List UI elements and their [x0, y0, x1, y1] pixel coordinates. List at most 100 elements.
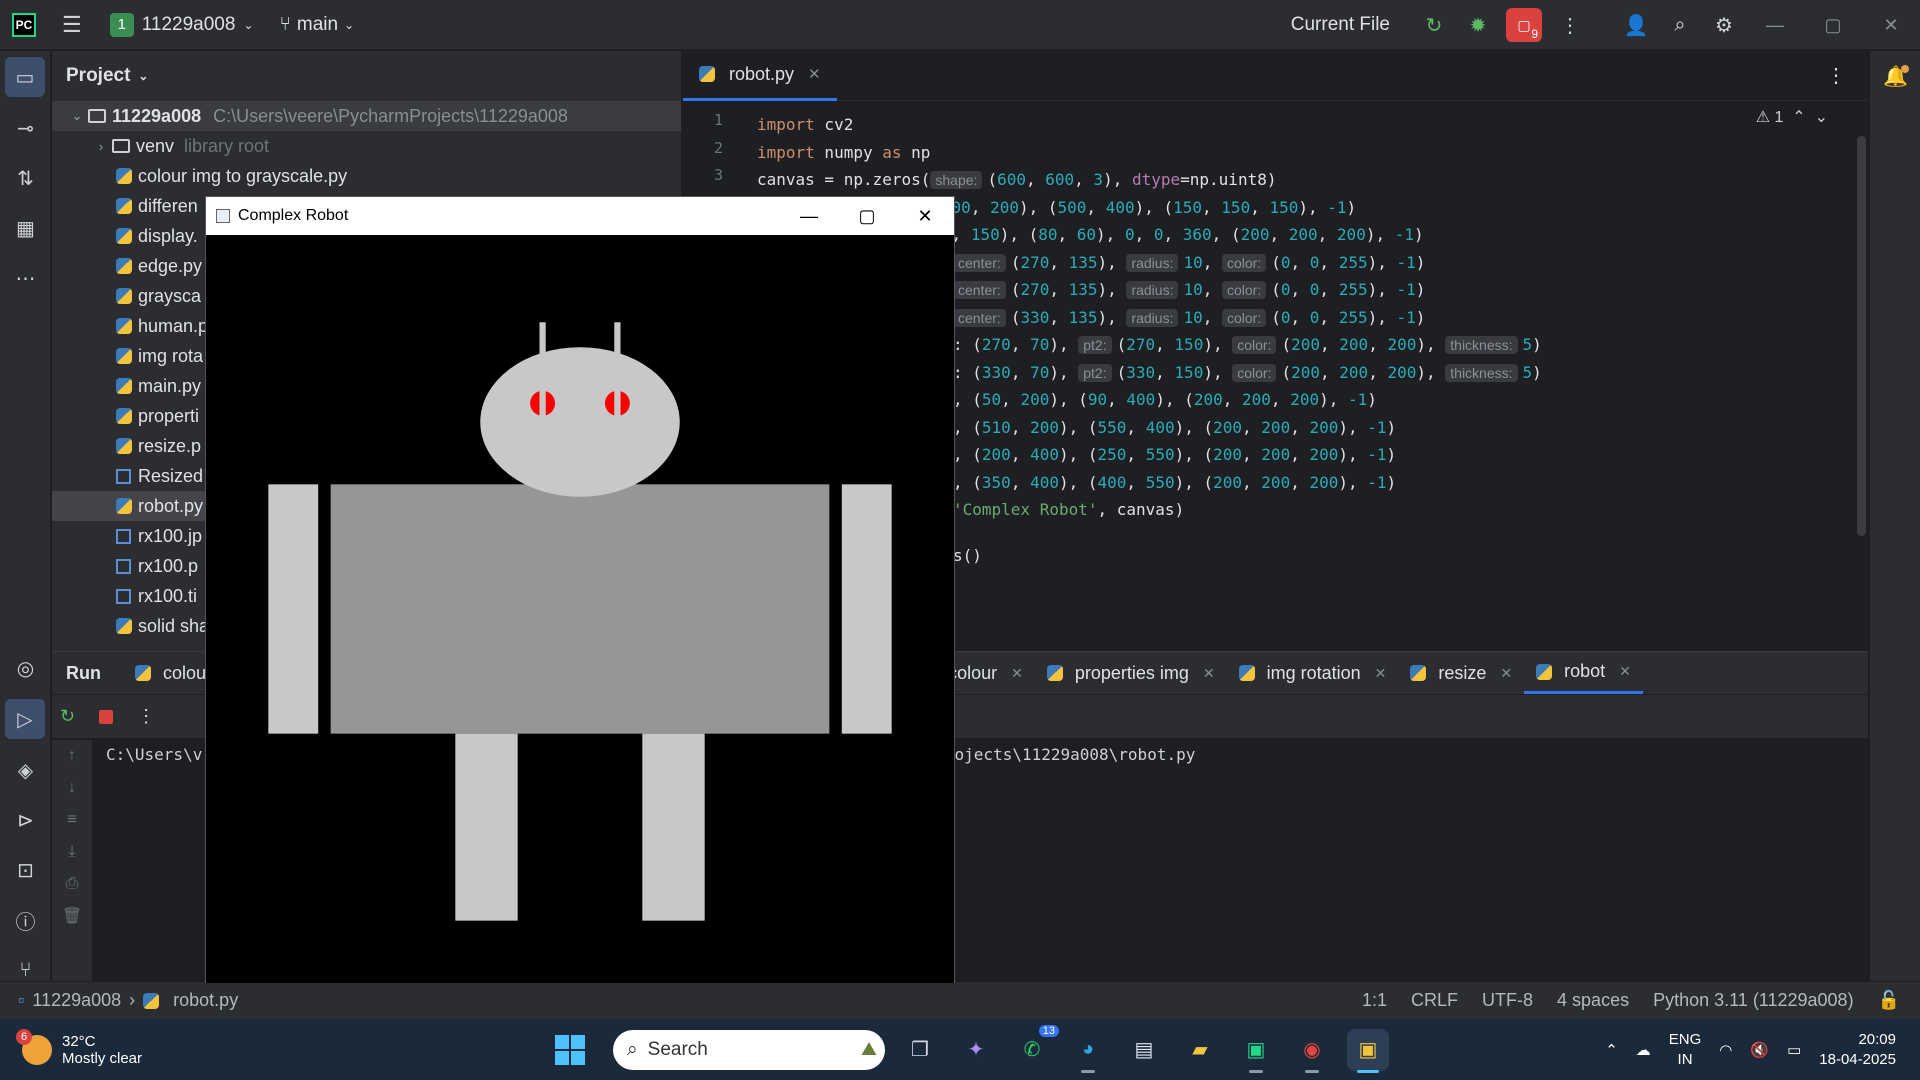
whatsapp-icon[interactable]: ✆ 13	[1011, 1024, 1059, 1071]
pull-requests-icon[interactable]: ⇅	[0, 153, 51, 203]
wifi-icon[interactable]: ◠	[1719, 1041, 1732, 1059]
project-switcher[interactable]: 1 11229a008 ⌄	[109, 12, 254, 37]
documents-icon[interactable]: ▤	[1123, 1029, 1165, 1071]
arrow-down-icon[interactable]: ↓	[52, 772, 92, 804]
opencv-titlebar[interactable]: Complex Robot — ▢ ✕	[206, 197, 954, 235]
run-tab[interactable]: robot ✕	[1524, 652, 1643, 694]
notifications-bell-icon[interactable]: 🔔	[1870, 51, 1920, 101]
more-actions-icon[interactable]: ⋮	[137, 706, 155, 727]
line-separator[interactable]: CRLF	[1411, 990, 1458, 1011]
chevron-down-icon[interactable]: ⌄	[66, 108, 88, 124]
pycharm-taskbar-icon[interactable]: ▣	[1235, 1029, 1277, 1073]
file-explorer-icon[interactable]: ▰	[1179, 1029, 1221, 1071]
scroll-to-end-icon[interactable]: ⤓	[52, 836, 92, 868]
branch-switcher[interactable]: ⑂ main ⌄	[280, 14, 355, 36]
taskbar-search[interactable]: ⌕ Search ⛰	[613, 1029, 885, 1070]
run-tab[interactable]: resize ✕	[1398, 652, 1524, 694]
stop-icon[interactable]	[99, 709, 114, 724]
stop-button[interactable]: ▢ 9	[1506, 8, 1542, 42]
run-title: Run	[66, 662, 101, 683]
image-file-icon	[116, 588, 131, 604]
chevron-right-icon[interactable]: ›	[90, 139, 112, 154]
more-tools-icon[interactable]: ⋯	[0, 253, 51, 303]
system-tray: ⌃ ☁ ENG IN ◠ 🔇 ▭ 20:09 18-04-2025	[1605, 1019, 1896, 1080]
editor-tab-robot[interactable]: robot.py ✕	[683, 51, 837, 101]
print-icon[interactable]: ⎙	[52, 868, 92, 900]
python-console-icon[interactable]: ◎	[0, 643, 51, 693]
onedrive-cloud-icon[interactable]: ☁	[1636, 1041, 1651, 1059]
chrome-icon[interactable]: ◉	[1291, 1029, 1333, 1073]
editor-more-icon[interactable]: ⋮	[1826, 63, 1846, 88]
debug-icon[interactable]: ✹	[1456, 0, 1500, 50]
minimize-button[interactable]: —	[780, 197, 838, 235]
editor-scrollbar[interactable]	[1857, 136, 1866, 536]
inspection-widget[interactable]: ⚠ 1 ⌃ ⌄	[1756, 107, 1828, 127]
close-button[interactable]: ✕	[1862, 0, 1920, 50]
structure-icon[interactable]: ▦	[0, 203, 51, 253]
run-config-selector[interactable]: Current File	[1291, 14, 1390, 36]
close-tab-icon[interactable]: ✕	[1011, 665, 1023, 682]
main-menu-icon[interactable]: ☰	[62, 12, 82, 38]
soft-wrap-icon[interactable]: ≡	[52, 804, 92, 836]
close-tab-icon[interactable]: ✕	[1619, 663, 1631, 680]
services-icon[interactable]: ⊳	[0, 795, 51, 845]
python-interpreter[interactable]: Python 3.11 (11229a008)	[1653, 990, 1854, 1011]
chevron-up-icon[interactable]: ⌃	[1605, 1041, 1618, 1059]
edge-icon[interactable]: ◕	[1067, 1029, 1109, 1073]
code-token: 0	[1280, 307, 1291, 327]
breadcrumb-file[interactable]: robot.py	[173, 990, 238, 1011]
project-folder-icon[interactable]: ▭	[5, 57, 45, 97]
close-tab-icon[interactable]: ✕	[1500, 665, 1512, 682]
file-encoding[interactable]: UTF-8	[1482, 990, 1533, 1011]
code-token: -1	[1367, 445, 1387, 464]
pycharm-logo-icon[interactable]: PC	[12, 12, 36, 37]
clock[interactable]: 20:09 18-04-2025	[1819, 1030, 1896, 1070]
settings-gear-icon[interactable]: ⚙	[1702, 0, 1746, 50]
close-button[interactable]: ✕	[896, 197, 954, 235]
problems-icon[interactable]: ⓘ	[0, 895, 51, 945]
python-file-icon	[116, 408, 132, 424]
language-indicator[interactable]: ENG IN	[1669, 1030, 1702, 1070]
breadcrumb-project[interactable]: 11229a008	[32, 990, 121, 1011]
terminal-icon[interactable]: ⊡	[0, 845, 51, 895]
battery-icon[interactable]: ▭	[1787, 1041, 1801, 1059]
file-tree-item[interactable]: colour img to grayscale.py	[52, 161, 681, 191]
caret-position[interactable]: 1:1	[1362, 990, 1387, 1011]
lock-icon[interactable]: 🔓	[1878, 990, 1900, 1011]
project-panel-header[interactable]: Project ⌄	[52, 51, 681, 101]
code-token: ), (	[1174, 472, 1214, 492]
add-user-icon[interactable]: 👤	[1614, 0, 1658, 50]
run-tab[interactable]: colou	[123, 652, 218, 694]
minimize-button[interactable]: —	[1746, 0, 1804, 50]
tree-root[interactable]: ⌄ 11229a008 C:\Users\veere\PycharmProjec…	[52, 101, 681, 131]
maximize-button[interactable]: ▢	[838, 197, 896, 235]
run-tab[interactable]: img rotation ✕	[1227, 652, 1399, 694]
run-tab[interactable]: properties img ✕	[1035, 652, 1227, 694]
code-token: 360	[1182, 225, 1212, 244]
arrow-up-icon[interactable]: ↑	[52, 740, 92, 772]
maximize-button[interactable]: ▢	[1804, 0, 1862, 50]
run-tool-icon[interactable]: ▷	[5, 699, 45, 739]
close-tab-icon[interactable]: ✕	[1203, 665, 1215, 682]
python-window-icon[interactable]: ▣	[1347, 1028, 1389, 1073]
copilot-icon[interactable]: ✦	[955, 1029, 997, 1071]
console-output[interactable]: C:\Users\v rmProjects\11229a008\robot.py	[106, 745, 1195, 764]
task-view-icon[interactable]: ❐	[899, 1029, 941, 1071]
close-tab-icon[interactable]: ✕	[1375, 665, 1387, 682]
speaker-muted-icon[interactable]: 🔇	[1750, 1041, 1769, 1059]
code-token: ,	[1202, 280, 1222, 299]
search-icon[interactable]: ⌕	[1658, 0, 1702, 50]
tree-venv[interactable]: › venv library root	[52, 131, 681, 161]
trash-icon[interactable]: 🗑	[52, 900, 92, 932]
weather-widget[interactable]: 6 32°C Mostly clear	[16, 1028, 142, 1067]
right-tool-strip: 🔔	[1869, 51, 1920, 981]
commit-icon[interactable]: ⊸	[0, 103, 51, 153]
rerun-icon[interactable]: ↻	[60, 706, 75, 727]
windows-start-icon[interactable]	[555, 1034, 585, 1065]
rerun-icon[interactable]: ↻	[1412, 0, 1456, 50]
indent-setting[interactable]: 4 spaces	[1557, 990, 1629, 1011]
chevron-down-icon: ⌄	[243, 17, 254, 32]
close-tab-icon[interactable]: ✕	[808, 65, 821, 83]
layers-icon[interactable]: ◈	[0, 745, 51, 795]
more-actions-icon[interactable]: ⋮	[1548, 0, 1592, 50]
